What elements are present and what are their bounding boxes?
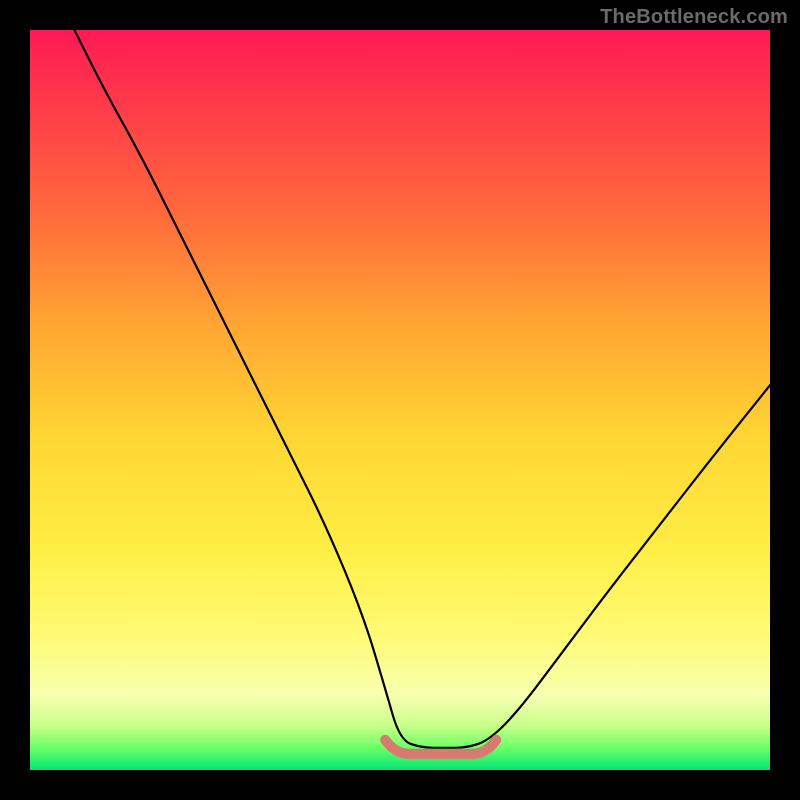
chart-frame: TheBottleneck.com — [0, 0, 800, 800]
bottleneck-curve-line — [74, 30, 770, 748]
watermark-text: TheBottleneck.com — [600, 6, 788, 29]
curve-svg — [30, 30, 770, 770]
plot-area — [30, 30, 770, 770]
